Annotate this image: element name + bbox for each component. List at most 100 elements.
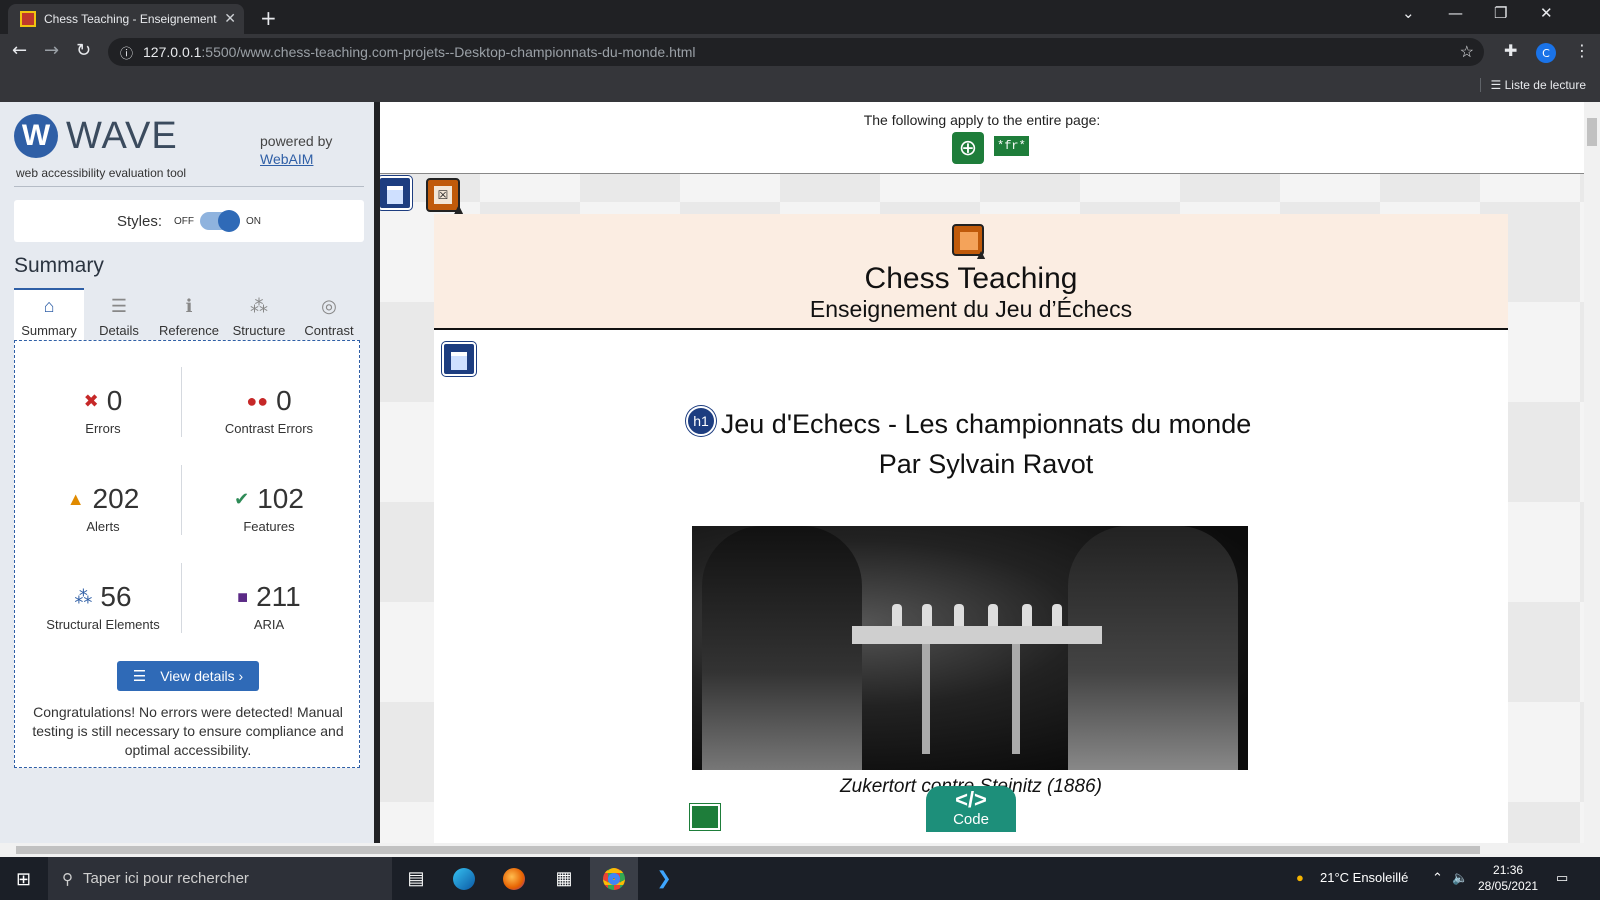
chess-piece (892, 604, 902, 626)
tab-structure-label: Structure (232, 323, 286, 338)
aria-label: ARIA (253, 617, 285, 632)
webaim-link[interactable]: WebAIM (260, 151, 313, 167)
heading-line-1: Jeu d'Echecs - Les championnats du monde (720, 409, 1252, 439)
clock-time: 21:36 (1493, 863, 1524, 877)
tab-details-label: Details (99, 323, 139, 338)
minimize-icon[interactable]: — (1448, 4, 1463, 22)
tab-summary[interactable]: ⌂ Summary (14, 288, 84, 340)
scroll-thumb[interactable] (16, 846, 1480, 854)
browser-tab[interactable]: Chess Teaching - Enseignement du Jeu d'É… (8, 4, 244, 34)
divider (181, 563, 182, 633)
chrome-icon[interactable] (590, 857, 638, 900)
weather-sun-icon[interactable]: ● (1296, 870, 1304, 885)
extensions-icon[interactable]: ✚ (1504, 41, 1517, 60)
styles-on-label: ON (246, 215, 261, 227)
features-label: Features (243, 519, 295, 534)
profile-avatar[interactable]: C (1536, 43, 1556, 63)
code-toggle-button[interactable]: </> Code (926, 786, 1016, 832)
site-header: ▲ Chess Teaching Enseignement du Jeu d’É… (434, 214, 1508, 330)
broken-image-icon: ☒ (434, 186, 452, 204)
notepad-icon[interactable]: ▦ (540, 857, 588, 900)
task-view-icon[interactable]: ▤ (392, 857, 440, 900)
styles-label: Styles: (116, 212, 162, 230)
aria-count: 211 (256, 581, 301, 612)
code-icon: </> (955, 787, 987, 812)
main-content: Jeu d'Echecs - Les championnats du monde… (434, 330, 1508, 843)
tab-close-icon[interactable]: ✕ (224, 11, 236, 27)
window-close-icon[interactable]: ✕ (1540, 4, 1553, 22)
notifications-icon[interactable]: ▭ (1556, 870, 1568, 886)
reading-list-button[interactable]: ☰ Liste de lecture (1479, 78, 1586, 92)
forward-icon[interactable]: → (44, 40, 59, 61)
stat-alerts[interactable]: ▲ 202 Alerts (25, 483, 181, 534)
site-info-icon[interactable]: ⓘ (120, 43, 133, 62)
bookmark-star-icon[interactable]: ☆ (1460, 42, 1474, 62)
page-wide-bar: The following apply to the entire page: … (380, 102, 1584, 174)
search-icon: ⚲ (62, 870, 73, 888)
error-icon: ✖ (83, 390, 99, 411)
taskbar-search[interactable]: ⚲ Taper ici pour rechercher (48, 857, 392, 900)
tray-chevron-icon[interactable]: ⌃ (1432, 870, 1443, 886)
aria-cube-icon: ■ (237, 586, 249, 607)
contrast-errors-count: 0 (276, 385, 292, 416)
image-alt-feature-icon[interactable] (690, 804, 720, 830)
stat-structural[interactable]: ⁂ 56 Structural Elements (25, 581, 181, 632)
edge-icon[interactable] (440, 857, 488, 900)
styles-toggle-switch[interactable] (200, 210, 240, 232)
weather-text[interactable]: 21°C Ensoleillé (1320, 870, 1408, 885)
reload-icon[interactable]: ↻ (76, 40, 91, 61)
new-tab-button[interactable]: + (260, 6, 277, 30)
divider (181, 465, 182, 535)
volume-icon[interactable]: 🔈 (1452, 870, 1468, 886)
tab-contrast[interactable]: ◎ Contrast (294, 288, 364, 340)
aria-main-landmark-icon[interactable] (442, 342, 476, 376)
stat-contrast-errors[interactable]: ●● 0 Contrast Errors (191, 385, 347, 436)
alert-icon: ▲ (66, 488, 85, 509)
wave-logo: W WAVE (14, 114, 178, 158)
restore-icon[interactable]: ❐ (1494, 4, 1507, 22)
chess-piece (988, 604, 998, 626)
structure-icon: ⁂ (74, 586, 93, 607)
contrast-errors-label: Contrast Errors (224, 421, 314, 436)
tab-structure[interactable]: ⁂ Structure (224, 288, 294, 340)
clock-date: 28/05/2021 (1478, 879, 1539, 893)
windows-start-icon[interactable]: ⊞ (16, 869, 31, 890)
page-content: The following apply to the entire page: … (380, 102, 1584, 843)
language-globe-icon[interactable]: ⊕ (952, 132, 984, 164)
alert-layout-table-icon[interactable]: ▲ (952, 224, 988, 262)
congrats-message: Congratulations! No errors were detected… (32, 704, 344, 758)
alerts-count: 202 (92, 483, 140, 514)
chess-piece (1022, 604, 1032, 626)
h1-badge-icon[interactable]: h1 (686, 406, 716, 436)
alert-broken-link-icon[interactable]: ☒ ▲ (426, 178, 464, 218)
tab-details[interactable]: ☰ Details (84, 288, 154, 340)
stat-features[interactable]: ✔ 102 Features (191, 483, 347, 534)
vscode-icon[interactable]: ❯ (640, 857, 688, 900)
vertical-scrollbar[interactable] (1584, 102, 1600, 843)
language-badge[interactable]: *fr* (994, 136, 1029, 156)
styles-off-label: OFF (174, 215, 194, 227)
wave-tabs: ⌂ Summary ☰ Details ℹ Reference ⁂ Struct… (14, 288, 366, 340)
divider (14, 186, 364, 187)
reading-list-label: Liste de lecture (1504, 78, 1586, 92)
chess-players-image (692, 526, 1248, 770)
stat-errors[interactable]: ✖ 0 Errors (25, 385, 181, 436)
address-bar[interactable]: ⓘ 127.0.0.1:5500/www.chess-teaching.com-… (108, 38, 1484, 66)
aria-landmark-icon[interactable] (380, 176, 412, 210)
horizontal-scrollbar[interactable] (0, 843, 1600, 857)
back-icon[interactable]: ← (12, 40, 27, 61)
tab-search-icon[interactable]: ⌄ (1402, 4, 1415, 22)
firefox-icon[interactable] (490, 857, 538, 900)
list-icon: ☰ (110, 296, 128, 316)
system-clock[interactable]: 21:36 28/05/2021 (1478, 862, 1538, 894)
browser-menu-icon[interactable]: ⋮ (1574, 41, 1590, 60)
tab-reference[interactable]: ℹ Reference (154, 288, 224, 340)
code-label: Code (953, 811, 989, 828)
browser-tab-bar: Chess Teaching - Enseignement du Jeu d'É… (0, 0, 1600, 34)
tab-title: Chess Teaching - Enseignement du Jeu d'É… (44, 12, 218, 26)
view-details-button[interactable]: ☰ View details › (117, 661, 259, 691)
scroll-thumb[interactable] (1587, 118, 1597, 146)
toggle-knob (218, 210, 240, 232)
stat-aria[interactable]: ■ 211 ARIA (191, 581, 347, 632)
bookmarks-bar: ☰ Liste de lecture (0, 70, 1600, 102)
